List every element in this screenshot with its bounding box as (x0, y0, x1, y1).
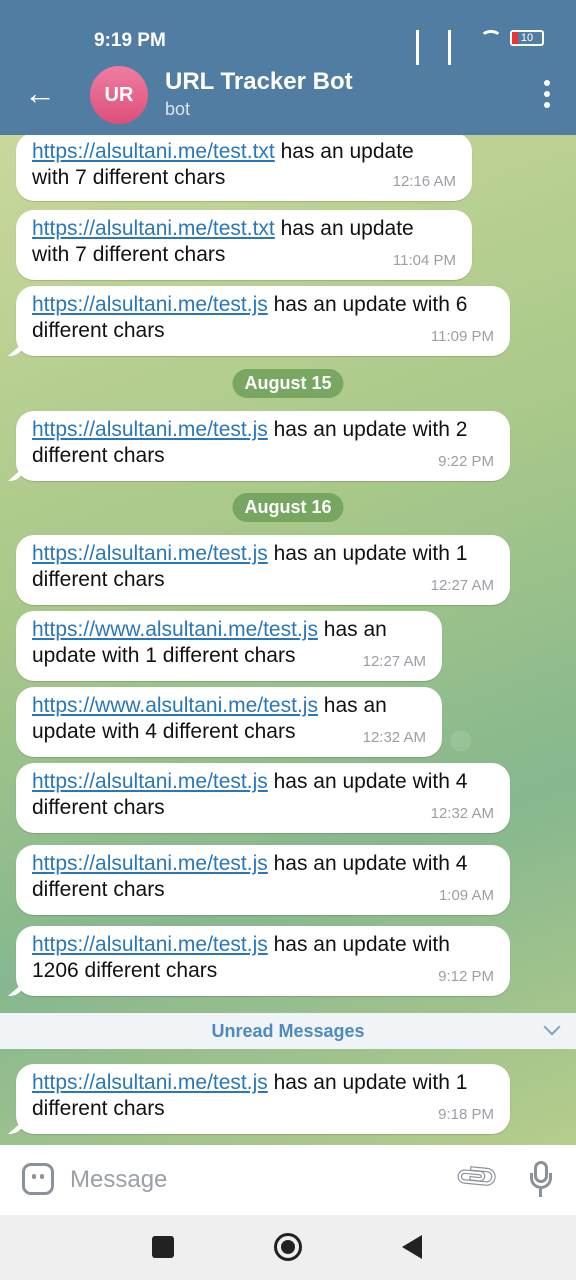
back-button[interactable] (402, 1235, 422, 1259)
message-link[interactable]: https://alsultani.me/test.js (32, 852, 268, 875)
message-link[interactable]: https://www.alsultani.me/test.js (32, 694, 318, 717)
message-time: 11:09 PM (430, 328, 494, 345)
message-bubble[interactable]: https://alsultani.me/test.js has an upda… (16, 763, 510, 833)
signal-icon (416, 30, 440, 65)
message-composer: 📎︎ (0, 1145, 576, 1215)
message-link[interactable]: https://alsultani.me/test.js (32, 1071, 268, 1094)
battery-icon: 10 (510, 30, 544, 46)
message-bubble[interactable]: https://alsultani.me/test.js has an upda… (16, 535, 510, 605)
message-bubble[interactable]: https://alsultani.me/test.js has an upda… (16, 411, 510, 481)
message-link[interactable]: https://alsultani.me/test.txt (32, 140, 275, 163)
status-time: 9:19 PM (94, 30, 166, 51)
date-separator: August 15 (232, 369, 344, 398)
chat-subtitle: bot (165, 99, 191, 119)
message-bubble[interactable]: https://alsultani.me/test.js has an upda… (16, 1064, 510, 1134)
message-input[interactable] (70, 1163, 430, 1197)
message-time: 9:12 PM (438, 968, 494, 985)
message-link[interactable]: https://alsultani.me/test.js (32, 293, 268, 316)
wifi-icon (480, 30, 502, 46)
message-bubble[interactable]: https://www.alsultani.me/test.js has an … (16, 611, 442, 681)
message-bubble[interactable]: https://alsultani.me/test.txt has an upd… (16, 135, 472, 201)
message-time: 12:27 AM (430, 577, 494, 594)
message-time: 9:22 PM (438, 453, 494, 470)
back-arrow-icon[interactable]: ← (24, 77, 56, 109)
paperclip-icon[interactable]: 📎︎ (452, 1152, 502, 1204)
message-bubble[interactable]: https://alsultani.me/test.txt has an upd… (16, 210, 472, 280)
message-link[interactable]: https://alsultani.me/test.txt (32, 217, 275, 240)
message-time: 11:04 PM (392, 252, 456, 269)
message-link[interactable]: https://alsultani.me/test.js (32, 770, 268, 793)
message-time: 12:32 AM (430, 805, 494, 822)
message-time: 9:18 PM (438, 1106, 494, 1123)
message-bubble[interactable]: https://alsultani.me/test.js has an upda… (16, 926, 510, 996)
emoji-icon[interactable] (22, 1163, 54, 1195)
message-link[interactable]: https://www.alsultani.me/test.js (32, 618, 318, 641)
avatar[interactable]: UR (90, 66, 148, 124)
signal-icon (448, 30, 472, 65)
message-list[interactable]: https://alsultani.me/test.txt has an upd… (0, 135, 576, 1145)
more-menu-icon[interactable] (544, 80, 550, 108)
chat-header: 9:19 PM 10 ← UR URL Tracker Bot bot (0, 0, 576, 135)
message-link[interactable]: https://alsultani.me/test.js (32, 933, 268, 956)
message-time: 1:09 AM (438, 887, 494, 904)
chat-title[interactable]: URL Tracker Bot (165, 68, 353, 96)
message-time: 12:16 AM (392, 173, 456, 190)
message-link[interactable]: https://alsultani.me/test.js (32, 418, 268, 441)
message-bubble[interactable]: https://www.alsultani.me/test.js has an … (16, 687, 442, 757)
recents-button[interactable] (152, 1236, 174, 1258)
unread-label: Unread Messages (211, 1021, 365, 1041)
home-button[interactable] (274, 1233, 302, 1261)
microphone-icon[interactable] (530, 1161, 552, 1197)
message-bubble[interactable]: https://alsultani.me/test.js has an upda… (16, 845, 510, 915)
message-link[interactable]: https://alsultani.me/test.js (32, 542, 268, 565)
message-time: 12:27 AM (362, 653, 426, 670)
message-time: 12:32 AM (362, 729, 426, 746)
system-navigation-bar (0, 1215, 576, 1280)
chevron-down-icon[interactable] (543, 1018, 561, 1036)
message-bubble[interactable]: https://alsultani.me/test.js has an upda… (16, 286, 510, 356)
unread-messages-divider: Unread Messages (0, 1013, 576, 1049)
status-icons: 10 (416, 30, 544, 65)
date-separator: August 16 (232, 493, 344, 522)
